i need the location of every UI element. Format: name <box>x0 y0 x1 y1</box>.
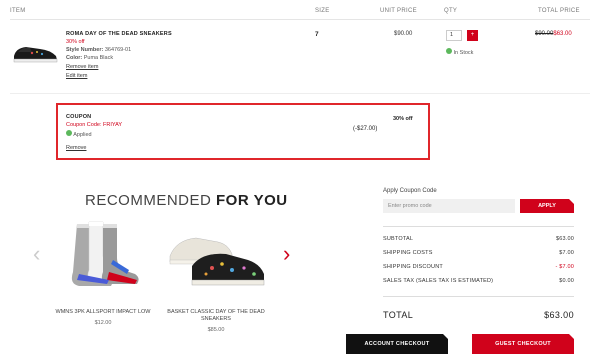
coupon-title: COUPON <box>66 114 92 120</box>
subtotal-label: SUBTOTAL <box>383 236 414 242</box>
product-color: Color: Puma Black <box>66 55 113 61</box>
edit-item-link[interactable]: Edit item <box>66 73 87 79</box>
header-unit-price: UNIT PRICE <box>380 8 417 14</box>
shipping-discount-value: - $7.00 <box>555 264 574 270</box>
product-size: 7 <box>315 31 319 38</box>
quantity-input[interactable]: 1 <box>446 30 462 41</box>
stock-status-label: In Stock <box>453 50 474 56</box>
color-label: Color: <box>66 55 83 61</box>
style-label: Style Number: <box>66 47 104 53</box>
total-value: $63.00 <box>544 310 574 320</box>
coupon-applied: Applied <box>66 130 92 138</box>
color-value: Puma Black <box>83 55 114 61</box>
recommended-item-1-name[interactable]: WMNS 3PK ALLSPORT IMPACT LOW <box>48 309 158 315</box>
summary-divider-top <box>383 226 574 227</box>
guest-checkout-label: GUEST CHECKOUT <box>495 341 551 347</box>
corner-notch-icon <box>443 334 448 339</box>
coupon-code-label: Apply Coupon Code <box>383 188 437 194</box>
guest-checkout-button[interactable]: GUEST CHECKOUT <box>472 334 574 354</box>
coupon-amount: (-$27.00) <box>353 126 378 132</box>
sales-tax-label: SALES TAX (SALES TAX IS ESTIMATED) <box>383 278 494 284</box>
item-divider <box>10 93 590 94</box>
quantity-button[interactable]: + <box>467 30 478 41</box>
shipping-label: SHIPPING COSTS <box>383 250 433 256</box>
total-row: TOTAL $63.00 <box>383 310 574 320</box>
corner-notch-icon <box>569 199 574 204</box>
product-name[interactable]: ROMA DAY OF THE DEAD SNEAKERS <box>66 31 172 37</box>
shipping-row: SHIPPING COSTS $7.00 <box>383 250 574 256</box>
product-unit-price: $90.00 <box>394 31 413 37</box>
sales-tax-value: $0.00 <box>559 278 574 284</box>
sales-tax-row: SALES TAX (SALES TAX IS ESTIMATED) $0.00 <box>383 278 574 284</box>
total-new-price: $63.00 <box>553 31 572 37</box>
recommended-title-light: RECOMMENDED <box>85 192 212 209</box>
account-checkout-label: ACCOUNT CHECKOUT <box>364 341 430 347</box>
recommended-item-2-image[interactable] <box>162 222 270 299</box>
floral-sneaker-image <box>169 237 265 286</box>
coupon-remove-link[interactable]: Remove <box>66 145 86 151</box>
style-value: 364769-01 <box>104 47 132 53</box>
promo-code-input[interactable]: Enter promo code <box>383 199 515 213</box>
recommended-item-2-price: $85.00 <box>207 327 225 333</box>
shipping-discount-row: SHIPPING DISCOUNT - $7.00 <box>383 264 574 270</box>
product-discount: 30% off <box>66 39 85 45</box>
subtotal-row: SUBTOTAL $63.00 <box>383 236 574 242</box>
coupon-code: Coupon Code: FRIYAY <box>66 122 123 128</box>
header-qty: QTY <box>444 8 458 14</box>
header-item: ITEM <box>10 8 26 14</box>
recommended-title: RECOMMENDED FOR YOU <box>85 192 288 209</box>
chevron-left-icon[interactable]: ‹ <box>33 243 40 265</box>
recommended-item-2-name[interactable]: BASKET CLASSIC DAY OF THE DEAD SNEAKERS <box>164 309 268 323</box>
apply-button[interactable]: APPLY <box>520 199 574 213</box>
summary-divider-bottom <box>383 296 574 297</box>
coupon-discount: 30% off <box>393 116 413 122</box>
product-image[interactable] <box>10 38 60 73</box>
coupon-applied-label: Applied <box>73 132 92 138</box>
product-style: Style Number: 364769-01 <box>66 47 131 53</box>
recommended-item-1-image[interactable] <box>49 218 153 295</box>
total-label: TOTAL <box>383 310 414 320</box>
stock-status: In Stock <box>446 48 473 56</box>
sneaker-image <box>13 47 58 63</box>
chevron-right-icon[interactable]: › <box>283 243 290 265</box>
header-divider <box>10 19 590 20</box>
product-total-price: $90.00$63.00 <box>535 31 572 37</box>
recommended-title-bold: FOR YOU <box>216 192 288 209</box>
shipping-discount-label: SHIPPING DISCOUNT <box>383 264 443 270</box>
subtotal-value: $63.00 <box>555 236 574 242</box>
apply-button-label: APPLY <box>538 203 556 209</box>
header-size: SIZE <box>315 8 330 14</box>
check-circle-icon <box>66 130 72 136</box>
header-total-price: TOTAL PRICE <box>538 8 580 14</box>
account-checkout-button[interactable]: ACCOUNT CHECKOUT <box>346 334 448 354</box>
socks-image <box>71 221 139 286</box>
remove-item-link[interactable]: Remove item <box>66 64 98 70</box>
check-circle-icon <box>446 48 452 54</box>
corner-notch-icon <box>569 334 574 339</box>
shipping-value: $7.00 <box>559 250 574 256</box>
recommended-item-1-price: $12.00 <box>94 320 112 326</box>
total-old-price: $90.00 <box>535 31 554 37</box>
